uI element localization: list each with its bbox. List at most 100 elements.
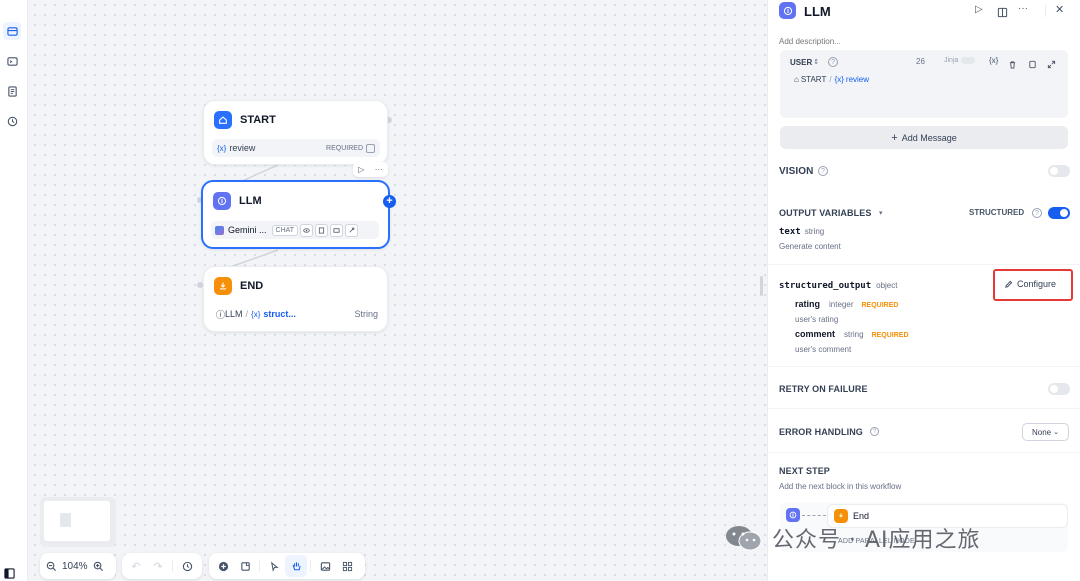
llm-small-icon: ⓘ [216, 309, 226, 320]
required-badge: REQUIRED [871, 332, 909, 339]
zoom-toolbar: 104% [40, 553, 116, 579]
structured-toggle[interactable] [1048, 207, 1070, 219]
output-description: Generate content [779, 242, 841, 251]
reference-source: START [800, 74, 827, 84]
error-handling-label: ERROR HANDLING [779, 427, 863, 437]
end-icon [834, 509, 848, 523]
start-node-title: START [240, 114, 276, 126]
next-step-description: Add the next block in this workflow [779, 482, 902, 491]
end-node-title: END [240, 280, 264, 292]
field-name: rating [795, 299, 821, 309]
minimap[interactable] [40, 497, 116, 547]
hand-icon[interactable] [285, 555, 307, 577]
start-variable-row[interactable]: {x} review REQUIRED [212, 139, 380, 157]
close-icon[interactable]: ✕ [1055, 3, 1064, 16]
plus-icon: + [891, 131, 898, 144]
required-label: REQUIRED [326, 144, 363, 152]
chevron-down-icon: ⌄ [1053, 429, 1059, 436]
structured-output-type: object [876, 281, 898, 290]
add-next-node-button[interactable]: + [383, 195, 396, 208]
description-input[interactable] [779, 34, 1039, 48]
insert-variable-icon[interactable]: {x} [989, 56, 998, 65]
field-description: user's comment [795, 345, 852, 354]
role-selector[interactable]: USER [790, 58, 812, 67]
home-icon: ⌂ [794, 74, 799, 84]
field-name: comment [795, 329, 836, 339]
organize-blocks-icon[interactable] [336, 555, 358, 577]
model-row[interactable]: Gemini ... CHAT [211, 221, 379, 239]
output-name: text [779, 227, 801, 237]
jinja-toggle[interactable] [961, 57, 976, 64]
variable-icon: {x} [834, 74, 844, 84]
help-icon: ? [1032, 208, 1042, 218]
start-node[interactable]: START {x} review REQUIRED [203, 100, 388, 165]
variable-icon: {x} [217, 143, 227, 153]
canvas-tools-toolbar [209, 553, 365, 579]
next-node-name: End [853, 511, 870, 521]
user-message-box[interactable]: USER ⇕ ? 26 Jinja {x} ⌂ START / {x} revi… [780, 50, 1068, 118]
expand-icon[interactable] [1047, 56, 1056, 74]
end-variable-type: String [354, 309, 378, 319]
output-type: string [804, 227, 825, 236]
zoom-level[interactable]: 104% [62, 561, 88, 572]
error-handling-select[interactable]: None ⌄ [1022, 423, 1069, 441]
required-badge: REQUIRED [861, 302, 899, 309]
add-message-button[interactable]: + Add Message [780, 126, 1068, 149]
retry-toggle[interactable] [1048, 383, 1070, 395]
watermark-text: 公众号 · AI应用之旅 [772, 528, 981, 553]
panel-resize-handle[interactable] [760, 276, 763, 296]
run-step-icon[interactable]: ▷ [975, 4, 983, 15]
retry-label: RETRY ON FAILURE [779, 384, 868, 394]
start-variable-name: review [229, 143, 256, 153]
vision-label: VISION [779, 166, 814, 177]
add-block-icon[interactable] [212, 555, 234, 577]
panel-title[interactable]: LLM [804, 4, 831, 19]
next-step-label: NEXT STEP [779, 466, 830, 476]
edit-icon [1005, 280, 1013, 288]
redo-icon[interactable]: ↷ [147, 555, 169, 577]
help-doc-icon[interactable] [997, 5, 1008, 23]
field-row: rating integer REQUIRED [795, 299, 898, 309]
help-icon: ? [818, 166, 828, 176]
run-node-icon[interactable]: ▷ [358, 165, 364, 174]
configure-button[interactable]: Configure [1004, 279, 1056, 289]
structured-output-name: structured_output [779, 281, 872, 291]
field-type: string [844, 330, 864, 339]
help-icon: ? [828, 57, 839, 67]
zoom-in-icon[interactable] [88, 555, 110, 577]
help-icon: ? [870, 427, 879, 436]
llm-icon [213, 192, 231, 210]
field-row: comment string REQUIRED [795, 329, 909, 339]
vision-toggle[interactable] [1048, 165, 1070, 177]
llm-icon [786, 508, 800, 522]
structured-label: STRUCTURED [969, 208, 1025, 217]
end-icon [214, 277, 232, 295]
error-handling-value: None [1032, 427, 1052, 437]
undo-icon[interactable]: ↶ [125, 555, 147, 577]
chevron-updown-icon[interactable]: ⇕ [813, 58, 819, 66]
home-icon [214, 111, 232, 129]
end-output-row: ⓘ LLM / {x} struct... String [216, 309, 378, 320]
version-history-icon[interactable] [176, 555, 198, 577]
llm-icon [779, 2, 796, 19]
variable-reference: ⌂ START / {x} review [794, 74, 870, 84]
more-icon[interactable]: ··· [1018, 3, 1028, 14]
reference-variable: review [845, 74, 870, 84]
tool-icon [345, 223, 359, 237]
more-icon[interactable]: ··· [375, 165, 383, 174]
chevron-down-icon[interactable]: ▾ [879, 209, 883, 217]
workflow-canvas[interactable]: START {x} review REQUIRED ▷ ··· LLM Gemi… [0, 0, 770, 581]
delete-icon[interactable] [1008, 56, 1017, 74]
pointer-icon[interactable] [263, 555, 285, 577]
zoom-out-icon[interactable] [40, 555, 62, 577]
llm-node[interactable]: LLM Gemini ... CHAT + [201, 180, 396, 249]
add-note-icon[interactable] [234, 555, 256, 577]
gemini-icon [215, 225, 224, 235]
watermark: 公众号 · AI应用之旅 [724, 522, 981, 554]
add-message-label: Add Message [901, 132, 957, 143]
copy-icon[interactable] [1028, 56, 1037, 74]
export-image-icon[interactable] [314, 555, 336, 577]
end-node[interactable]: END ⓘ LLM / {x} struct... String [203, 266, 388, 332]
output-variables-label[interactable]: OUTPUT VARIABLES [779, 208, 871, 218]
text-type-icon [366, 143, 375, 153]
